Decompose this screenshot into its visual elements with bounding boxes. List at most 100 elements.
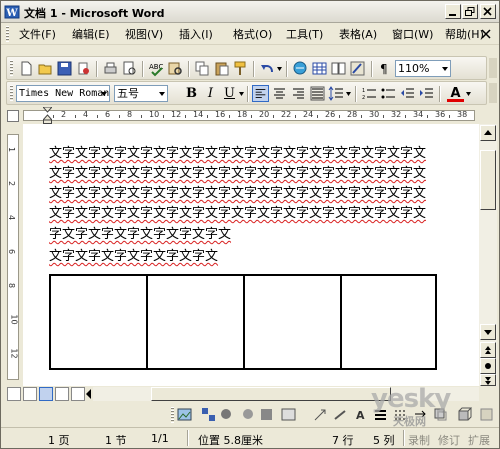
minimize-button[interactable] — [445, 4, 461, 19]
scroll-left-icon[interactable] — [85, 389, 93, 399]
text-box-icon[interactable] — [281, 407, 296, 422]
menu-window[interactable]: 窗口(W) — [392, 26, 433, 42]
standard-toolbar-grip[interactable] — [10, 60, 13, 76]
document-table[interactable] — [49, 274, 437, 370]
table-cell[interactable] — [342, 276, 437, 368]
table-cell[interactable] — [245, 276, 342, 368]
drawing-icon[interactable] — [349, 60, 366, 77]
bullets-icon[interactable] — [380, 85, 397, 102]
font-size-dropdown[interactable]: 五号 — [114, 85, 168, 102]
previous-page-button[interactable] — [480, 342, 496, 358]
print-icon[interactable] — [102, 60, 119, 77]
show-hide-icon[interactable]: ¶ — [376, 60, 393, 77]
arrow-style-icon[interactable] — [313, 407, 328, 422]
menu-view[interactable]: 视图(V) — [125, 26, 163, 42]
undo-dropdown-icon[interactable] — [277, 67, 282, 71]
tables-borders-icon[interactable] — [311, 60, 328, 77]
permission-icon[interactable] — [75, 60, 92, 77]
fill-color-icon[interactable] — [219, 407, 234, 422]
table-cell[interactable] — [148, 276, 245, 368]
menu-insert[interactable]: 插入(I) — [179, 26, 213, 42]
select-browse-object-button[interactable] — [480, 358, 496, 374]
formatting-toolbar-grip[interactable] — [10, 85, 13, 101]
drawing-toolbar-grip[interactable] — [171, 407, 174, 423]
menubar-grip[interactable] — [6, 26, 9, 42]
scroll-up-button[interactable] — [480, 125, 496, 141]
columns-icon[interactable] — [330, 60, 347, 77]
reading-layout-view-icon[interactable] — [71, 387, 85, 401]
font-color-dropdown-icon[interactable] — [466, 92, 471, 96]
text-line[interactable]: 文字文字文字文字文字文字文字文字文字文字文字文字文字文字文 — [49, 146, 426, 162]
align-left-icon[interactable] — [252, 85, 269, 102]
horizontal-scroll-thumb[interactable] — [151, 387, 391, 401]
tab-selector[interactable] — [7, 110, 19, 122]
next-page-button[interactable] — [480, 374, 496, 386]
menu-format[interactable]: 格式(O) — [233, 26, 272, 42]
vertical-scroll-thumb[interactable] — [480, 150, 496, 210]
menu-file[interactable]: 文件(F) — [19, 26, 56, 42]
close-button[interactable] — [480, 4, 496, 19]
document-page[interactable]: 文字文字文字文字文字文字文字文字文字文字文字文字文字文字文 文字文字文字文字文字… — [23, 124, 479, 386]
web-layout-view-icon[interactable] — [23, 387, 37, 401]
italic-button[interactable]: I — [202, 85, 219, 102]
font-color-button[interactable]: A — [447, 85, 464, 102]
undo-icon[interactable] — [259, 60, 276, 77]
word-app-icon[interactable]: W — [4, 4, 20, 20]
spelling-icon[interactable]: ABC — [148, 60, 165, 77]
justify-icon[interactable] — [309, 85, 326, 102]
paste-icon[interactable] — [213, 60, 230, 77]
toolbar-options-icon[interactable] — [489, 58, 497, 78]
status-ext[interactable]: 扩展 — [468, 432, 490, 448]
align-right-icon[interactable] — [290, 85, 307, 102]
hyperlink-icon[interactable] — [292, 60, 309, 77]
vertical-scrollbar[interactable] — [479, 124, 497, 386]
text-line[interactable]: 文字文字文字文字文字文字文字文字文字文字文字文字文字文字文 — [49, 186, 426, 202]
status-rec[interactable]: 录制 — [408, 432, 430, 448]
numbering-icon[interactable]: 12 — [361, 85, 378, 102]
new-document-icon[interactable] — [18, 60, 35, 77]
print-layout-view-icon[interactable] — [39, 387, 53, 401]
menu-edit[interactable]: 编辑(E) — [72, 26, 110, 42]
font-name-dropdown[interactable]: Times New Roman — [16, 85, 110, 102]
drawing-options-icon[interactable] — [479, 407, 494, 422]
print-preview-icon[interactable] — [121, 60, 138, 77]
align-center-icon[interactable] — [271, 85, 288, 102]
zoom-dropdown[interactable]: 110% — [395, 60, 451, 77]
text-line[interactable]: 文字文字文字文字文字文字文 — [49, 249, 218, 265]
3d-style-icon[interactable] — [457, 407, 472, 422]
shadow-icon[interactable] — [241, 407, 256, 422]
document-close-icon[interactable] — [479, 27, 493, 41]
underline-dropdown-icon[interactable] — [239, 92, 244, 96]
normal-view-icon[interactable] — [7, 387, 21, 401]
underline-button[interactable]: U — [221, 85, 238, 102]
copy-icon[interactable] — [194, 60, 211, 77]
menu-tools[interactable]: 工具(T) — [286, 26, 323, 42]
3d-icon[interactable] — [259, 407, 274, 422]
increase-indent-icon[interactable] — [418, 85, 435, 102]
text-line[interactable]: 字文字文字文字文字文字文字文 — [49, 227, 231, 243]
insert-picture-icon[interactable] — [177, 407, 192, 422]
diagram-icon[interactable] — [201, 407, 216, 422]
scroll-down-button[interactable] — [480, 324, 496, 340]
text-line[interactable]: 文字文字文字文字文字文字文字文字文字文字文字文字文字文字文 — [49, 166, 426, 182]
text-line[interactable]: 文字文字文字文字文字文字文字文字文字文字文字文字文字文字文 — [49, 206, 426, 222]
open-folder-icon[interactable] — [37, 60, 54, 77]
save-icon[interactable] — [56, 60, 73, 77]
line-spacing-dropdown-icon[interactable] — [346, 92, 351, 96]
font-color-draw-icon[interactable]: A — [353, 407, 368, 422]
outline-view-icon[interactable] — [55, 387, 69, 401]
research-icon[interactable] — [167, 60, 184, 77]
vertical-ruler[interactable]: 1 2 4 6 8 10 12 — [1, 124, 23, 382]
decrease-indent-icon[interactable] — [399, 85, 416, 102]
indent-marker-icon[interactable] — [43, 107, 52, 124]
toolbar-options-icon[interactable] — [489, 83, 497, 103]
menu-table[interactable]: 表格(A) — [339, 26, 377, 42]
table-cell[interactable] — [51, 276, 148, 368]
bold-button[interactable]: B — [183, 85, 200, 102]
horizontal-ruler[interactable]: 2 4 6 8 10 12 14 16 18 20 22 24 26 28 30 32 34 36 38 — [1, 107, 499, 124]
restore-button[interactable] — [462, 4, 478, 19]
status-trk[interactable]: 修订 — [438, 432, 460, 448]
format-painter-icon[interactable] — [232, 60, 249, 77]
line-color-icon[interactable] — [333, 407, 348, 422]
line-spacing-icon[interactable] — [328, 85, 345, 102]
